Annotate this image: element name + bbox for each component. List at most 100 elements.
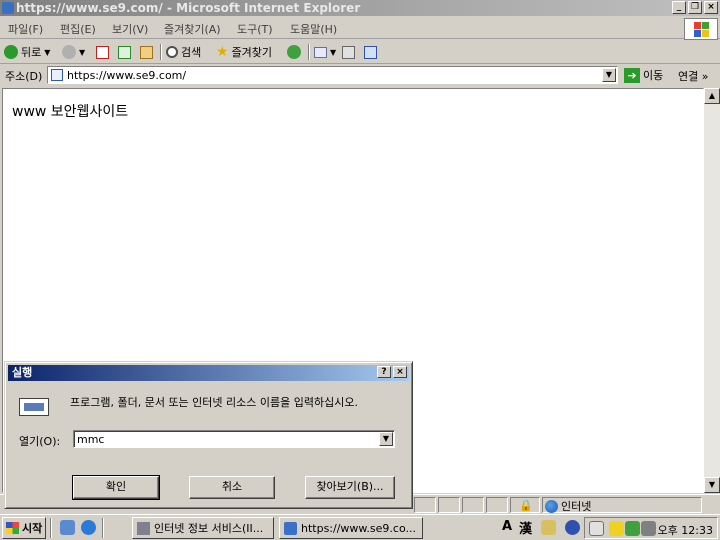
status-cell: [486, 497, 508, 513]
menu-favorites[interactable]: 즐겨찾기(A): [164, 21, 221, 37]
page-icon: [51, 69, 63, 81]
back-arrow-icon: [4, 45, 18, 59]
mail-button[interactable]: ▼: [314, 43, 336, 61]
go-arrow-icon: ➔: [624, 67, 640, 83]
standard-toolbar: 뒤로 ▼ ▼ 검색 ★ 즐겨찾기 ▼: [0, 40, 720, 64]
start-button[interactable]: 시작: [2, 517, 46, 539]
ie-icon: [2, 2, 14, 14]
run-dialog: 실행 ? × 프로그램, 폴더, 문서 또는 인터넷 리소스 이름을 입력하십시…: [4, 361, 413, 509]
open-label: 열기(O):: [19, 435, 61, 448]
chevron-down-icon: ▼: [79, 47, 86, 57]
ie-icon: [284, 521, 297, 535]
ime-mode-indicator[interactable]: A: [502, 519, 512, 534]
star-icon: ★: [216, 44, 229, 60]
back-button[interactable]: 뒤로 ▼: [4, 43, 50, 61]
search-icon: [166, 46, 178, 58]
zone-label: 인터넷: [561, 500, 592, 513]
vertical-scrollbar[interactable]: ▲ ▼: [704, 88, 720, 493]
tray-monitor-icon[interactable]: [641, 521, 656, 536]
search-button[interactable]: 검색: [166, 43, 201, 61]
ok-button[interactable]: 확인: [72, 475, 160, 500]
ie-quicklaunch-icon[interactable]: [81, 520, 96, 535]
menu-file[interactable]: 파일(F): [8, 21, 43, 37]
menu-view[interactable]: 보기(V): [112, 21, 148, 37]
task-ie[interactable]: https://www.se9.co...: [279, 517, 423, 539]
open-value: mmc: [77, 433, 105, 446]
run-icon: [19, 398, 49, 416]
go-label: 이동: [643, 69, 664, 82]
taskbar-separator: [50, 518, 52, 538]
run-prompt: 프로그램, 폴더, 문서 또는 인터넷 리소스 이름을 입력하십시오.: [70, 396, 358, 409]
history-icon: [287, 45, 301, 59]
favorites-button[interactable]: ★ 즐겨찾기: [216, 43, 272, 61]
window-titlebar[interactable]: https://www.se9.com/ - Microsoft Interne…: [0, 0, 720, 16]
print-icon: [342, 45, 355, 59]
home-icon: [140, 45, 153, 59]
favorites-label: 즐겨찾기: [231, 46, 273, 59]
forward-button[interactable]: ▼: [62, 43, 85, 61]
status-cell: [462, 497, 484, 513]
browse-button[interactable]: 찾아보기(B)...: [305, 476, 395, 499]
address-value: https://www.se9.com/: [67, 69, 187, 82]
status-cell: [438, 497, 460, 513]
menu-help[interactable]: 도움말(H): [290, 21, 337, 37]
task-iis[interactable]: 인터넷 정보 서비스(II...: [132, 517, 274, 539]
address-dropdown-button[interactable]: ▼: [602, 68, 616, 82]
dialog-close-button[interactable]: ×: [393, 366, 407, 378]
minimize-button[interactable]: _: [672, 1, 686, 14]
lock-icon: 🔒: [519, 499, 533, 512]
task-ie-label: https://www.se9.co...: [301, 521, 416, 535]
run-dialog-title: 실행: [12, 366, 33, 379]
edit-icon: [364, 45, 377, 59]
menu-tools[interactable]: 도구(T): [237, 21, 273, 37]
start-label: 시작: [22, 522, 43, 535]
menu-bar: 파일(F) 편집(E) 보기(V) 즐겨찾기(A) 도구(T) 도움말(H): [0, 17, 720, 39]
address-input[interactable]: https://www.se9.com/ ▼: [47, 66, 618, 84]
stop-button[interactable]: [96, 43, 109, 61]
history-button[interactable]: [287, 43, 301, 61]
links-button[interactable]: 연결 »: [678, 68, 708, 84]
open-dropdown-button[interactable]: ▼: [379, 432, 393, 446]
system-tray: 오후 12:33: [584, 517, 718, 539]
refresh-icon: [118, 45, 131, 59]
page-text: www 보안웹사이트: [12, 104, 129, 120]
help-button[interactable]: ?: [377, 366, 391, 378]
task-iis-label: 인터넷 정보 서비스(II...: [154, 522, 264, 535]
search-label: 검색: [181, 46, 202, 59]
address-bar: 주소(D) https://www.se9.com/ ▼ ➔ 이동 연결 »: [0, 64, 720, 86]
windows-logo-icon: [684, 18, 718, 40]
scroll-up-button[interactable]: ▲: [704, 88, 720, 104]
go-button[interactable]: ➔ 이동: [624, 67, 663, 83]
security-shield-icon[interactable]: [609, 521, 624, 536]
restore-button[interactable]: ❐: [688, 1, 702, 14]
close-button[interactable]: ×: [704, 1, 718, 14]
cancel-button[interactable]: 취소: [189, 476, 275, 499]
clock[interactable]: 오후 12:33: [658, 522, 713, 538]
taskbar: 시작 인터넷 정보 서비스(II... https://www.se9.co..…: [0, 514, 720, 540]
stop-icon: [96, 45, 109, 59]
menu-edit[interactable]: 편집(E): [60, 21, 96, 37]
chevron-down-icon: ▼: [330, 47, 337, 57]
chevron-down-icon: ▼: [44, 47, 51, 57]
edit-button[interactable]: [364, 43, 377, 61]
window-title: https://www.se9.com/ - Microsoft Interne…: [16, 1, 361, 15]
run-dialog-titlebar[interactable]: 실행 ? ×: [8, 365, 409, 381]
open-input[interactable]: mmc ▼: [73, 430, 395, 448]
internet-zone-icon: [545, 499, 558, 513]
ime-tool-icon[interactable]: [541, 520, 556, 535]
address-label: 주소(D): [5, 70, 43, 83]
taskbar-separator: [102, 518, 104, 538]
show-desktop-icon[interactable]: [60, 520, 75, 535]
refresh-button[interactable]: [118, 43, 131, 61]
mail-icon: [314, 46, 327, 58]
windows-flag-icon: [6, 522, 19, 534]
home-button[interactable]: [140, 43, 153, 61]
help-icon[interactable]: [565, 520, 580, 535]
forward-arrow-icon: [62, 45, 76, 59]
toolbar-separator: [160, 44, 162, 60]
print-button[interactable]: [342, 43, 355, 61]
scroll-down-button[interactable]: ▼: [704, 477, 720, 493]
tray-app-icon[interactable]: [625, 521, 640, 536]
network-icon[interactable]: [589, 521, 604, 536]
hanja-indicator[interactable]: 漢: [519, 518, 532, 537]
